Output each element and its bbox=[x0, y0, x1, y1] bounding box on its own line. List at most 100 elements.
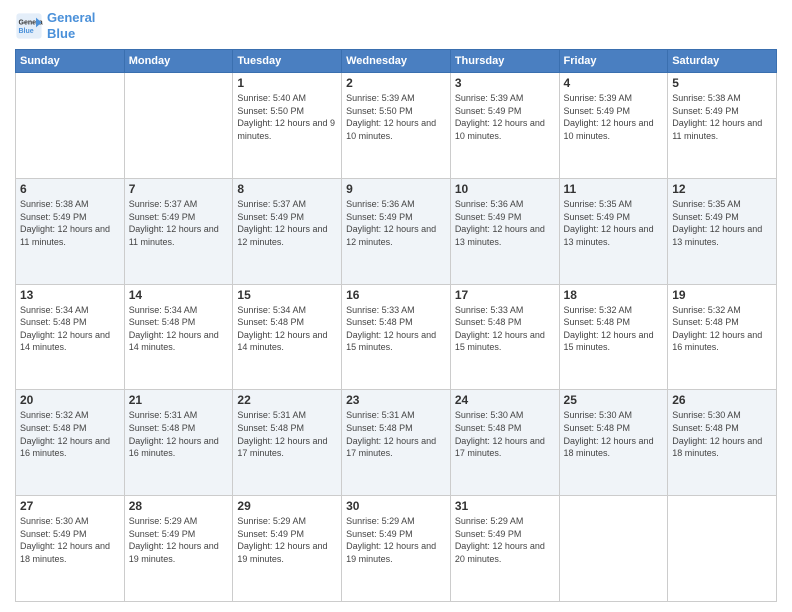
day-number: 15 bbox=[237, 288, 337, 302]
day-detail: Sunrise: 5:35 AMSunset: 5:49 PMDaylight:… bbox=[564, 198, 664, 248]
day-number: 30 bbox=[346, 499, 446, 513]
day-number: 17 bbox=[455, 288, 555, 302]
calendar-cell: 11 Sunrise: 5:35 AMSunset: 5:49 PMDayligh… bbox=[559, 178, 668, 284]
day-number: 12 bbox=[672, 182, 772, 196]
calendar-cell: 24Sunrise: 5:30 AMSunset: 5:48 PMDayligh… bbox=[450, 390, 559, 496]
weekday-header-row: SundayMondayTuesdayWednesdayThursdayFrid… bbox=[16, 50, 777, 73]
calendar-cell: 23 Sunrise: 5:31 AMSunset: 5:48 PMDayligh… bbox=[342, 390, 451, 496]
calendar-cell: 30 Sunrise: 5:29 AMSunset: 5:49 PMDayligh… bbox=[342, 496, 451, 602]
weekday-header-sunday: Sunday bbox=[16, 50, 125, 73]
day-number: 1 bbox=[237, 76, 337, 90]
calendar-cell: 20Sunrise: 5:32 AMSunset: 5:48 PMDayligh… bbox=[16, 390, 125, 496]
page: General Blue General Blue SundayMondayTu… bbox=[0, 0, 792, 612]
calendar-cell: 26 Sunrise: 5:30 AMSunset: 5:48 PMDayligh… bbox=[668, 390, 777, 496]
calendar-cell: 17 Sunrise: 5:33 AMSunset: 5:48 PMDayligh… bbox=[450, 284, 559, 390]
weekday-header-friday: Friday bbox=[559, 50, 668, 73]
logo-text: General Blue bbox=[47, 10, 95, 41]
day-number: 22 bbox=[237, 393, 337, 407]
calendar-cell: 29 Sunrise: 5:29 AMSunset: 5:49 PMDayligh… bbox=[233, 496, 342, 602]
day-detail: Sunrise: 5:31 AMSunset: 5:48 PMDaylight:… bbox=[129, 409, 229, 459]
day-number: 26 bbox=[672, 393, 772, 407]
calendar-cell bbox=[16, 73, 125, 179]
calendar-cell: 9 Sunrise: 5:36 AMSunset: 5:49 PMDaylight… bbox=[342, 178, 451, 284]
day-detail: Sunrise: 5:38 AMSunset: 5:49 PMDaylight:… bbox=[20, 198, 120, 248]
day-number: 3 bbox=[455, 76, 555, 90]
day-detail: Sunrise: 5:39 AMSunset: 5:49 PMDaylight:… bbox=[564, 92, 664, 142]
day-number: 16 bbox=[346, 288, 446, 302]
calendar-cell: 18Sunrise: 5:32 AMSunset: 5:48 PMDayligh… bbox=[559, 284, 668, 390]
calendar-cell: 6Sunrise: 5:38 AMSunset: 5:49 PMDaylight… bbox=[16, 178, 125, 284]
day-detail: Sunrise: 5:29 AMSunset: 5:49 PMDaylight:… bbox=[129, 515, 229, 565]
day-number: 9 bbox=[346, 182, 446, 196]
calendar-table: SundayMondayTuesdayWednesdayThursdayFrid… bbox=[15, 49, 777, 602]
day-detail: Sunrise: 5:35 AMSunset: 5:49 PMDaylight:… bbox=[672, 198, 772, 248]
day-detail: Sunrise: 5:36 AMSunset: 5:49 PMDaylight:… bbox=[455, 198, 555, 248]
calendar-cell: 16 Sunrise: 5:33 AMSunset: 5:48 PMDayligh… bbox=[342, 284, 451, 390]
day-number: 21 bbox=[129, 393, 229, 407]
weekday-header-saturday: Saturday bbox=[668, 50, 777, 73]
day-detail: Sunrise: 5:32 AMSunset: 5:48 PMDaylight:… bbox=[564, 304, 664, 354]
day-number: 23 bbox=[346, 393, 446, 407]
week-row-3: 13 Sunrise: 5:34 AMSunset: 5:48 PMDayligh… bbox=[16, 284, 777, 390]
calendar-cell: 1 Sunrise: 5:40 AMSunset: 5:50 PMDaylight… bbox=[233, 73, 342, 179]
day-detail: Sunrise: 5:32 AMSunset: 5:48 PMDaylight:… bbox=[672, 304, 772, 354]
day-number: 13 bbox=[20, 288, 120, 302]
day-detail: Sunrise: 5:29 AMSunset: 5:49 PMDaylight:… bbox=[455, 515, 555, 565]
calendar-cell: 7 Sunrise: 5:37 AMSunset: 5:49 PMDaylight… bbox=[124, 178, 233, 284]
week-row-5: 27 Sunrise: 5:30 AMSunset: 5:49 PMDayligh… bbox=[16, 496, 777, 602]
calendar-cell: 5 Sunrise: 5:38 AMSunset: 5:49 PMDaylight… bbox=[668, 73, 777, 179]
day-detail: Sunrise: 5:34 AMSunset: 5:48 PMDaylight:… bbox=[129, 304, 229, 354]
day-number: 14 bbox=[129, 288, 229, 302]
day-detail: Sunrise: 5:31 AMSunset: 5:48 PMDaylight:… bbox=[237, 409, 337, 459]
day-detail: Sunrise: 5:38 AMSunset: 5:49 PMDaylight:… bbox=[672, 92, 772, 142]
week-row-2: 6Sunrise: 5:38 AMSunset: 5:49 PMDaylight… bbox=[16, 178, 777, 284]
day-detail: Sunrise: 5:32 AMSunset: 5:48 PMDaylight:… bbox=[20, 409, 120, 459]
day-detail: Sunrise: 5:30 AMSunset: 5:48 PMDaylight:… bbox=[455, 409, 555, 459]
day-detail: Sunrise: 5:30 AMSunset: 5:48 PMDaylight:… bbox=[672, 409, 772, 459]
calendar-cell: 28Sunrise: 5:29 AMSunset: 5:49 PMDayligh… bbox=[124, 496, 233, 602]
calendar-cell: 31 Sunrise: 5:29 AMSunset: 5:49 PMDayligh… bbox=[450, 496, 559, 602]
day-detail: Sunrise: 5:34 AMSunset: 5:48 PMDaylight:… bbox=[20, 304, 120, 354]
day-number: 5 bbox=[672, 76, 772, 90]
day-detail: Sunrise: 5:34 AMSunset: 5:48 PMDaylight:… bbox=[237, 304, 337, 354]
day-detail: Sunrise: 5:36 AMSunset: 5:49 PMDaylight:… bbox=[346, 198, 446, 248]
day-detail: Sunrise: 5:33 AMSunset: 5:48 PMDaylight:… bbox=[346, 304, 446, 354]
calendar-cell bbox=[559, 496, 668, 602]
calendar-cell: 4 Sunrise: 5:39 AMSunset: 5:49 PMDaylight… bbox=[559, 73, 668, 179]
day-number: 4 bbox=[564, 76, 664, 90]
calendar-cell: 2Sunrise: 5:39 AMSunset: 5:50 PMDaylight… bbox=[342, 73, 451, 179]
day-number: 19 bbox=[672, 288, 772, 302]
week-row-4: 20Sunrise: 5:32 AMSunset: 5:48 PMDayligh… bbox=[16, 390, 777, 496]
calendar-cell: 19 Sunrise: 5:32 AMSunset: 5:48 PMDayligh… bbox=[668, 284, 777, 390]
calendar-cell: 22 Sunrise: 5:31 AMSunset: 5:48 PMDayligh… bbox=[233, 390, 342, 496]
day-detail: Sunrise: 5:30 AMSunset: 5:49 PMDaylight:… bbox=[20, 515, 120, 565]
calendar-cell: 13 Sunrise: 5:34 AMSunset: 5:48 PMDayligh… bbox=[16, 284, 125, 390]
calendar-cell: 12 Sunrise: 5:35 AMSunset: 5:49 PMDayligh… bbox=[668, 178, 777, 284]
day-detail: Sunrise: 5:33 AMSunset: 5:48 PMDaylight:… bbox=[455, 304, 555, 354]
day-detail: Sunrise: 5:37 AMSunset: 5:49 PMDaylight:… bbox=[129, 198, 229, 248]
weekday-header-monday: Monday bbox=[124, 50, 233, 73]
day-number: 31 bbox=[455, 499, 555, 513]
weekday-header-wednesday: Wednesday bbox=[342, 50, 451, 73]
day-detail: Sunrise: 5:40 AMSunset: 5:50 PMDaylight:… bbox=[237, 92, 337, 142]
day-number: 7 bbox=[129, 182, 229, 196]
calendar-cell: 8 Sunrise: 5:37 AMSunset: 5:49 PMDaylight… bbox=[233, 178, 342, 284]
svg-text:Blue: Blue bbox=[19, 28, 34, 35]
day-detail: Sunrise: 5:31 AMSunset: 5:48 PMDaylight:… bbox=[346, 409, 446, 459]
day-number: 8 bbox=[237, 182, 337, 196]
day-number: 27 bbox=[20, 499, 120, 513]
day-number: 11 bbox=[564, 182, 664, 196]
calendar-cell: 14 Sunrise: 5:34 AMSunset: 5:48 PMDayligh… bbox=[124, 284, 233, 390]
day-detail: Sunrise: 5:37 AMSunset: 5:49 PMDaylight:… bbox=[237, 198, 337, 248]
day-detail: Sunrise: 5:39 AMSunset: 5:49 PMDaylight:… bbox=[455, 92, 555, 142]
day-number: 10 bbox=[455, 182, 555, 196]
calendar-cell: 10 Sunrise: 5:36 AMSunset: 5:49 PMDayligh… bbox=[450, 178, 559, 284]
calendar-cell bbox=[124, 73, 233, 179]
weekday-header-thursday: Thursday bbox=[450, 50, 559, 73]
day-detail: Sunrise: 5:29 AMSunset: 5:49 PMDaylight:… bbox=[237, 515, 337, 565]
day-detail: Sunrise: 5:29 AMSunset: 5:49 PMDaylight:… bbox=[346, 515, 446, 565]
calendar-cell: 21 Sunrise: 5:31 AMSunset: 5:48 PMDayligh… bbox=[124, 390, 233, 496]
calendar-cell: 27 Sunrise: 5:30 AMSunset: 5:49 PMDayligh… bbox=[16, 496, 125, 602]
day-number: 29 bbox=[237, 499, 337, 513]
day-detail: Sunrise: 5:30 AMSunset: 5:48 PMDaylight:… bbox=[564, 409, 664, 459]
